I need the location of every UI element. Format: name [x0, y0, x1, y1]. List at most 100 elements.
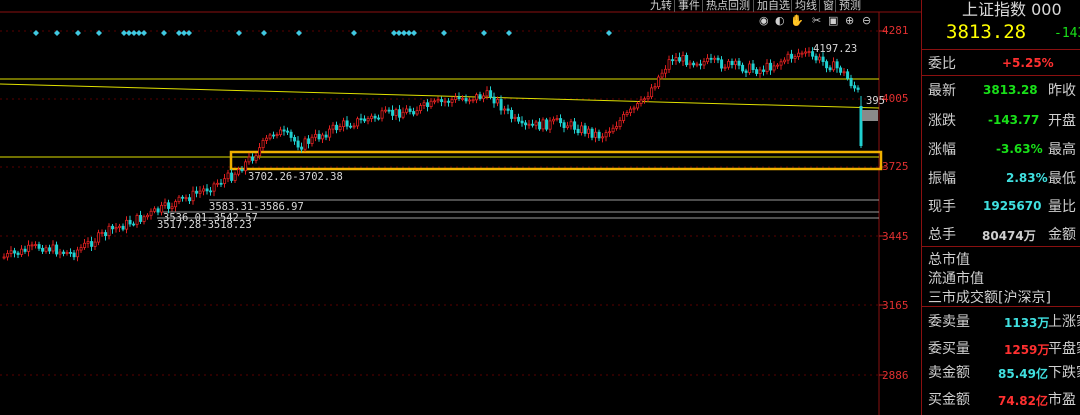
- order-right-label: 下跌家: [1048, 365, 1080, 381]
- candle-body: [128, 219, 132, 225]
- candle-body: [114, 227, 118, 230]
- candle-body: [769, 62, 773, 71]
- candle-body: [359, 118, 363, 121]
- candle-body: [436, 99, 440, 102]
- candle-body: [755, 69, 759, 74]
- candle-body: [2, 256, 6, 259]
- toolbar-forecast[interactable]: 预测: [839, 0, 861, 12]
- candle-body: [524, 122, 528, 126]
- candle-body: [534, 121, 538, 126]
- candle-body: [233, 173, 237, 181]
- hand-icon[interactable]: ✋: [790, 15, 804, 27]
- index-title[interactable]: 上证指数 000: [962, 0, 1062, 20]
- candle-body: [30, 244, 34, 247]
- toolbar-hot-backtest[interactable]: 热点回测: [706, 0, 750, 12]
- highlight-box: [229, 150, 883, 171]
- order-right-label: 上涨家: [1048, 314, 1080, 330]
- candle-body: [702, 61, 706, 66]
- candle-body: [531, 123, 535, 126]
- candle-body: [293, 137, 297, 142]
- hide-icon[interactable]: ◐: [775, 15, 785, 27]
- candle-body: [366, 118, 370, 122]
- candle-body: [254, 155, 258, 161]
- candle-body: [163, 202, 167, 206]
- candle-body: [335, 124, 339, 131]
- candle-body: [447, 100, 451, 103]
- zoom-in-icon[interactable]: ⊕: [845, 15, 854, 27]
- event-marker: [33, 30, 39, 36]
- row-right-label: 量比: [1048, 199, 1076, 215]
- candle-body: [779, 61, 783, 66]
- candle-body: [706, 57, 710, 63]
- chart-canvas[interactable]: [0, 0, 921, 415]
- trend-line: [0, 83, 880, 109]
- candle-body: [685, 54, 689, 66]
- candle-body: [492, 96, 496, 104]
- candle-body: [709, 57, 713, 60]
- candle-body: [580, 125, 584, 134]
- divider: [922, 246, 1080, 247]
- candle-body: [632, 107, 636, 110]
- candle-body: [373, 115, 377, 119]
- candle-body: [429, 100, 433, 107]
- candle-body: [93, 241, 97, 247]
- candle-body: [559, 118, 563, 124]
- candle-body: [111, 225, 115, 230]
- price-change: -143: [1054, 26, 1080, 41]
- candle-body: [758, 69, 762, 74]
- order-label: 买金额: [928, 392, 970, 408]
- candle-body: [90, 241, 94, 247]
- zoom-out-icon[interactable]: ⊖: [862, 15, 871, 27]
- candle-body: [699, 63, 703, 66]
- candle-body: [569, 121, 573, 127]
- candle-body: [660, 72, 664, 78]
- gap-label: 3702.26-3702.38: [248, 171, 343, 183]
- candle-body: [191, 190, 195, 202]
- toolbar-jiuzhuan[interactable]: 九转: [650, 0, 672, 12]
- scissors-icon[interactable]: ✂: [812, 15, 821, 27]
- box-icon[interactable]: ▣: [828, 15, 838, 27]
- candle-body: [478, 94, 482, 100]
- candle-body: [405, 108, 409, 113]
- divider: [922, 306, 1080, 307]
- row-right-label: 金额: [1048, 227, 1076, 243]
- candle-body: [307, 138, 311, 144]
- candle-body: [34, 244, 38, 246]
- eye-icon[interactable]: ◉: [759, 15, 769, 27]
- row-label: 涨幅: [928, 142, 956, 158]
- latest-price: 3813.28: [946, 21, 1027, 43]
- candle-body: [716, 57, 720, 61]
- quote-panel: 上证指数 000 3813.28 -143 委比 +5.25% 最新 3813.…: [921, 0, 1080, 415]
- candle-body: [741, 64, 745, 72]
- candle-body: [671, 59, 675, 62]
- candle-body: [184, 197, 188, 200]
- candle-body: [818, 56, 822, 61]
- candle-body: [611, 127, 615, 133]
- high-price-label: 4197.23: [813, 43, 858, 55]
- candle-body: [846, 71, 850, 79]
- candle-body: [548, 120, 552, 130]
- candle-body: [440, 99, 444, 103]
- toolbar-event[interactable]: 事件: [678, 0, 700, 12]
- candle-body: [23, 248, 27, 252]
- candle-body: [121, 225, 125, 230]
- candle-body: [853, 85, 857, 89]
- event-marker: [75, 30, 81, 36]
- candle-body: [797, 52, 801, 58]
- toolbar-add-watchlist[interactable]: 加自选: [757, 0, 790, 12]
- candle-body: [713, 57, 717, 60]
- y-axis-label: 2886: [882, 369, 909, 382]
- event-marker: [141, 30, 147, 36]
- candle-body: [419, 105, 423, 112]
- candle-body: [314, 133, 318, 138]
- candle-body: [468, 99, 472, 102]
- candle-body: [268, 134, 272, 139]
- candle-body: [576, 128, 580, 134]
- kline-chart[interactable]: 九转 事件 热点回测 加自选 均线 窗 预测 ◉ ◐ ✋ ✂ ▣ ⊕ ⊖ 428…: [0, 0, 921, 415]
- toolbar-window[interactable]: 窗: [823, 0, 834, 12]
- candle-body: [9, 250, 13, 254]
- candle-body: [520, 120, 524, 124]
- toolbar-ma[interactable]: 均线: [795, 0, 817, 12]
- candle-body: [513, 116, 517, 119]
- row-label: 委比: [928, 56, 956, 72]
